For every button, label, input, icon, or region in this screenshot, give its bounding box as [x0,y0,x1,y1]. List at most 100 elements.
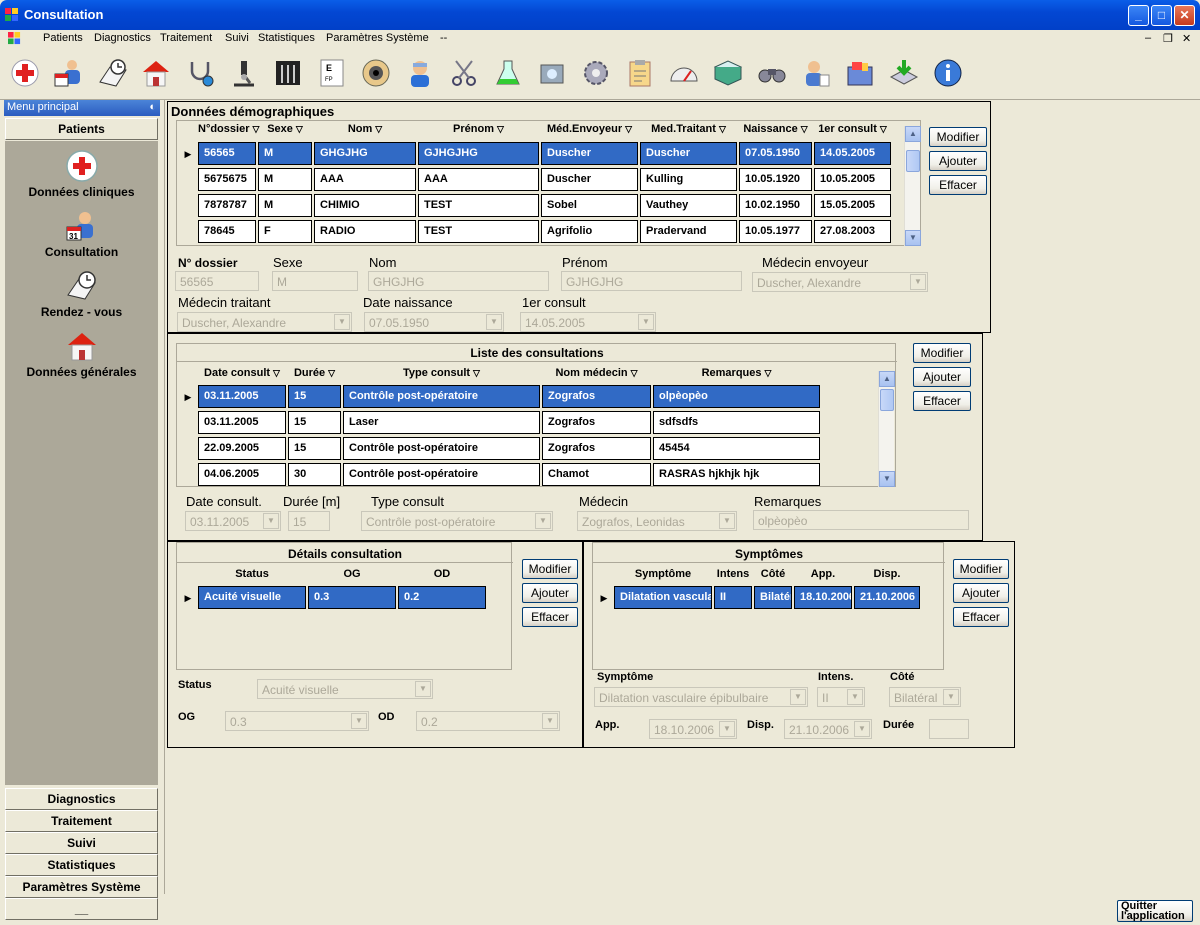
sexe-field[interactable]: M [272,271,358,291]
medecin-combo[interactable]: Zografos, Leonidas ▼ [577,511,737,531]
column-header[interactable]: Remarques ▽ [653,367,820,379]
table-cell[interactable]: TEST [418,194,539,217]
dropdown-arrow-icon[interactable]: ▼ [638,314,654,330]
dropdown-arrow-icon[interactable]: ▼ [351,713,367,729]
dropdown-arrow-icon[interactable]: ▼ [719,513,735,529]
dropdown-arrow-icon[interactable]: ▼ [854,721,870,737]
column-header[interactable]: Méd.Envoyeur ▽ [541,123,638,135]
table-cell[interactable]: 56565 [198,142,256,165]
table-cell[interactable]: Contrôle post-opératoire [343,463,540,486]
scroll-thumb[interactable] [880,389,894,411]
intens-combo[interactable]: II ▼ [817,687,865,707]
left-menu-more-button[interactable]: __ [5,898,158,920]
table-cell[interactable]: Zografos [542,411,651,434]
table-cell[interactable]: Duscher [541,168,638,191]
status-combo[interactable]: Acuité visuelle ▼ [257,679,433,699]
table-cell[interactable]: II [714,586,752,609]
table-cell[interactable]: 0.2 [398,586,486,609]
filter-icon[interactable]: ▽ [801,124,808,134]
table-cell[interactable]: 22.09.2005 [198,437,286,460]
row-selector-icon[interactable]: ▶ [181,593,195,604]
toolbar-button-info[interactable] [929,51,967,95]
menu-diagnostics[interactable]: Diagnostics [94,32,151,44]
remarques-field[interactable]: olpèopèo [753,510,969,530]
table-cell[interactable]: 10.05.1977 [739,220,812,243]
dropdown-arrow-icon[interactable]: ▼ [535,513,551,529]
menu-parametres[interactable]: Paramètres Système [326,32,429,44]
table-cell[interactable]: 30 [288,463,341,486]
table-cell[interactable]: M [258,168,312,191]
toolbar-button-flask[interactable] [489,51,527,95]
consult-effacer-button[interactable]: Effacer [913,391,971,411]
toolbar-button-gear[interactable] [577,51,615,95]
table-cell[interactable]: 15 [288,437,341,460]
nav-donnees-generales[interactable]: Données générales [5,329,158,379]
table-cell[interactable]: RADIO [314,220,416,243]
menu-suivi[interactable]: Suivi [225,32,249,44]
type-consult-combo[interactable]: Contrôle post-opératoire ▼ [361,511,553,531]
toolbar-button-add-patient[interactable] [6,51,44,95]
column-header[interactable]: Symptôme [614,568,712,580]
table-cell[interactable]: olpèopèo [653,385,820,408]
table-cell[interactable]: Kulling [640,168,737,191]
column-header[interactable]: Sexe ▽ [258,123,312,135]
column-header[interactable]: N°dossier ▽ [198,123,259,135]
column-header[interactable]: Type consult ▽ [343,367,540,379]
consultations-scrollbar[interactable]: ▲ ▼ [878,371,895,487]
menu-more[interactable]: -- [440,32,447,44]
table-cell[interactable]: 07.05.1950 [739,142,812,165]
column-header[interactable]: Status [198,568,306,580]
demo-ajouter-button[interactable]: Ajouter [929,151,987,171]
dropdown-arrow-icon[interactable]: ▼ [790,689,806,705]
table-cell[interactable]: AAA [418,168,539,191]
symptoms-modifier-button[interactable]: Modifier [953,559,1009,579]
filter-icon[interactable]: ▽ [273,368,280,378]
left-menu-traitement-button[interactable]: Traitement [5,810,158,832]
column-header[interactable]: Naissance ▽ [739,123,812,135]
toolbar-button-scissors[interactable] [445,51,483,95]
column-header[interactable]: Date consult ▽ [198,367,286,379]
table-cell[interactable]: GHGJHG [314,142,416,165]
table-cell[interactable]: 14.05.2005 [814,142,891,165]
table-cell[interactable]: sdfsdfs [653,411,820,434]
toolbar-button-book[interactable] [709,51,747,95]
consult-ajouter-button[interactable]: Ajouter [913,367,971,387]
table-cell[interactable]: 18.10.2006 [794,586,852,609]
symptoms-ajouter-button[interactable]: Ajouter [953,583,1009,603]
scroll-down-arrow-icon[interactable]: ▼ [879,471,895,487]
toolbar-button-home[interactable] [137,51,175,95]
table-cell[interactable]: Duscher [640,142,737,165]
nav-rendez-vous[interactable]: Rendez - vous [5,269,158,319]
toolbar-button-user-settings[interactable] [797,51,835,95]
filter-icon[interactable]: ▽ [296,124,303,134]
column-header[interactable]: Intens [714,568,752,580]
patients-scrollbar[interactable]: ▲ ▼ [904,126,921,246]
column-header[interactable]: Prénom ▽ [418,123,539,135]
table-cell[interactable]: 04.06.2005 [198,463,286,486]
table-cell[interactable]: Sobel [541,194,638,217]
table-cell[interactable]: 15 [288,385,341,408]
app-date-picker[interactable]: 18.10.2006 ▼ [649,719,737,739]
dropdown-arrow-icon[interactable]: ▼ [263,513,279,529]
table-cell[interactable]: AAA [314,168,416,191]
toolbar-button-stethoscope[interactable] [181,51,219,95]
toolbar-button-xray[interactable] [269,51,307,95]
left-menu-suivi-button[interactable]: Suivi [5,832,158,854]
table-cell[interactable]: Laser [343,411,540,434]
toolbar-button-binoculars[interactable] [753,51,791,95]
scroll-up-arrow-icon[interactable]: ▲ [905,126,921,142]
column-header[interactable]: Nom médecin ▽ [542,367,651,379]
mdi-restore-icon[interactable]: ❐ [1163,32,1173,45]
toolbar-button-lab-equipment[interactable] [533,51,571,95]
left-menu-parametres-button[interactable]: Paramètres Système [5,876,158,898]
table-cell[interactable]: Agrifolio [541,220,638,243]
toolbar-button-microscope[interactable] [225,51,263,95]
column-header[interactable]: Côté [754,568,792,580]
toolbar-button-download[interactable] [885,51,923,95]
table-cell[interactable]: 03.11.2005 [198,385,286,408]
symptoms-effacer-button[interactable]: Effacer [953,607,1009,627]
dropdown-arrow-icon[interactable]: ▼ [943,689,959,705]
duree-sym-field[interactable] [929,719,969,739]
toolbar-button-consultation[interactable] [50,51,88,95]
medecin-traitant-combo[interactable]: Duscher, Alexandre ▼ [177,312,352,332]
